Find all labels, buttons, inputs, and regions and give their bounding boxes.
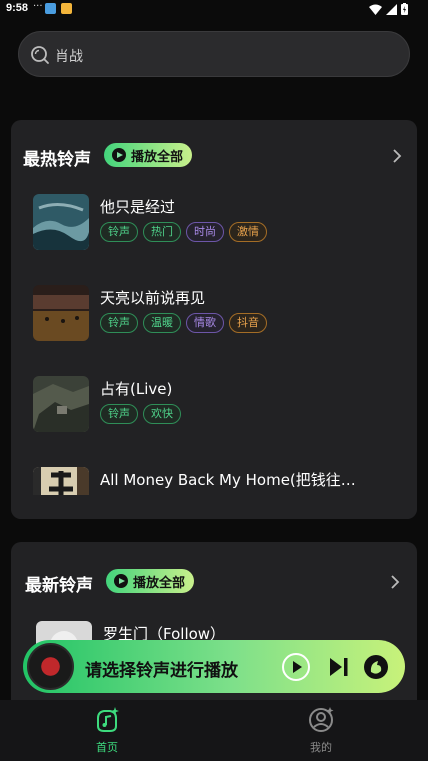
mini-player[interactable]: 请选择铃声进行播放 [23, 640, 405, 693]
play-icon [112, 148, 126, 162]
nav-mine[interactable]: 我的 [291, 706, 351, 755]
search-input[interactable]: 肖战 [55, 46, 83, 66]
card-bottom-edge [11, 495, 417, 519]
nav-mine-label: 我的 [310, 741, 332, 754]
user-icon [309, 707, 334, 732]
tag: 欢快 [143, 404, 181, 424]
tag: 时尚 [186, 222, 224, 242]
skip-next-icon[interactable] [323, 652, 353, 682]
song-item[interactable]: 他只是经过 铃声 热门 时尚 激情 [33, 194, 403, 250]
hot-ringtones-card: 最热铃声 播放全部 他只是经过 铃声 热门 时尚 激情 天亮以前说再见 铃声 温… [11, 120, 417, 519]
song-title: 他只是经过 [100, 198, 176, 216]
wifi-icon [369, 4, 382, 15]
vinyl-disc-icon [27, 643, 74, 690]
tag: 激情 [229, 222, 267, 242]
song-item[interactable]: 天亮以前说再见 铃声 温暖 情歌 抖音 [33, 285, 403, 341]
section-title: 最热铃声 [23, 150, 91, 170]
tag: 抖音 [229, 313, 267, 333]
notification-app-icon [45, 3, 56, 14]
tag: 铃声 [100, 222, 138, 242]
play-all-label: 播放全部 [131, 149, 184, 165]
play-icon [114, 574, 128, 588]
battery-icon [401, 3, 408, 15]
tag: 铃声 [100, 404, 138, 424]
signal-icon [386, 3, 397, 15]
tag: 温暖 [143, 313, 181, 333]
song-item[interactable]: 占有(Live) 铃声 欢快 [33, 376, 403, 432]
tag: 情歌 [186, 313, 224, 333]
section-title: 最新铃声 [25, 576, 93, 596]
play-icon[interactable] [281, 652, 311, 682]
play-all-label: 播放全部 [133, 575, 186, 591]
song-cover [33, 194, 89, 250]
search-icon [31, 46, 49, 64]
chevron-right-icon[interactable] [389, 575, 401, 589]
song-tags: 铃声 热门 时尚 激情 [100, 222, 267, 242]
nav-home-label: 首页 [96, 741, 118, 754]
home-music-icon [97, 707, 119, 732]
status-bar: 9:58 ··· [0, 0, 428, 18]
status-dots: ··· [33, 1, 43, 12]
chevron-right-icon[interactable] [391, 149, 403, 163]
status-time: 9:58 [6, 2, 29, 14]
notification-folder-icon [61, 3, 72, 14]
bottom-nav: 首页 我的 [0, 700, 428, 761]
player-prompt: 请选择铃声进行播放 [85, 661, 238, 681]
ringtone-settings-icon[interactable] [361, 652, 391, 682]
play-all-button[interactable]: 播放全部 [106, 569, 195, 593]
play-all-button[interactable]: 播放全部 [104, 143, 193, 167]
search-bar[interactable]: 肖战 [18, 31, 410, 77]
song-title: All Money Back My Home(把钱往… [100, 471, 356, 489]
song-tags: 铃声 欢快 [100, 404, 181, 424]
song-tags: 铃声 温暖 情歌 抖音 [100, 313, 267, 333]
song-title: 占有(Live) [100, 380, 173, 398]
song-cover [33, 376, 89, 432]
tag: 热门 [143, 222, 181, 242]
tag: 铃声 [100, 313, 138, 333]
song-title: 天亮以前说再见 [100, 289, 206, 307]
song-cover [33, 285, 89, 341]
nav-home[interactable]: 首页 [77, 706, 137, 755]
